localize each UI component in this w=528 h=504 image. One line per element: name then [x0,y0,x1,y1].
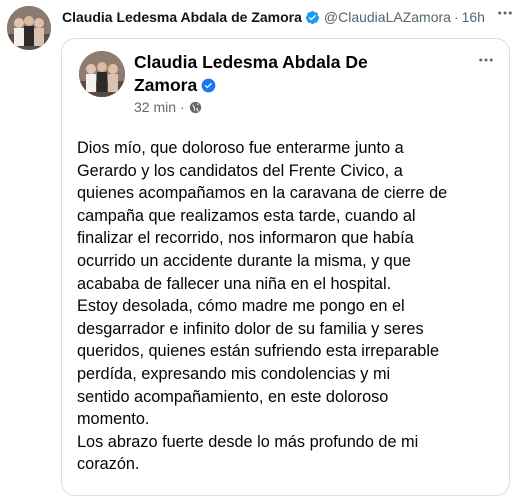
more-horizontal-icon[interactable] [492,2,518,24]
post-body-line: perdída, expresando mis condolencias y m… [77,364,391,383]
post-author-name-line2: Zamora [134,75,198,95]
post-screenshot-card[interactable]: Claudia Ledesma Abdala De Zamora 32 min … [61,38,510,496]
tweet-author-handle[interactable]: @ClaudiaLAZamora [324,8,451,26]
post-body-line: quienes acompañamos en la caravana de ci… [77,184,448,203]
post-body-line: queridos, quienes están sufriendo esta i… [77,342,440,361]
post-author-name: Claudia Ledesma Abdala De Zamora [134,51,414,97]
post-body-line: ocurrido un accidente durante la misma, … [77,251,411,270]
post-body-line: Estoy desolada, cómo madre me pongo en e… [77,297,405,316]
post-body-line: campaña que realizamos esta tarde, cuand… [77,206,416,225]
tweet-author-name[interactable]: Claudia Ledesma Abdala de Zamora [62,8,302,26]
post-author-name-line1: Claudia Ledesma Abdala De [134,52,368,72]
globe-icon [189,101,202,114]
tweet-timestamp[interactable]: 16h [462,8,485,26]
post-body-line: finalizar el recorrido, nos informaron q… [77,229,414,248]
separator-dot: · [453,9,459,25]
tweet-header: Claudia Ledesma Abdala de Zamora @Claudi… [62,8,485,26]
post-body-line: Gerardo y los candidatos del Frente Civi… [77,161,403,180]
post-body-line: Los abrazo fuerte desde lo más profundo … [77,432,419,451]
separator-dot: · [180,99,185,115]
post-body-line: Dios mío, que doloroso fue enterarme jun… [77,139,404,157]
post-body-line: desgarrador e infinito dolor de su famil… [77,319,424,338]
post-body: Dios mío, que doloroso fue enterarme jun… [77,137,502,476]
post-meta: 32 min · [134,99,202,115]
post-body-line: corazón. [77,455,140,474]
verified-badge-icon [201,76,216,93]
more-horizontal-icon [477,51,495,74]
post-body-line: sentido acompañamiento, en este doloroso [77,387,389,406]
post-author-avatar [79,51,125,97]
verified-badge-icon [305,10,320,25]
post-body-line: acababa de fallecer una niña en el hospi… [77,274,392,293]
tweet-author-avatar[interactable] [7,6,51,50]
post-timestamp: 32 min [134,99,177,115]
post-body-line: momento. [77,410,150,429]
